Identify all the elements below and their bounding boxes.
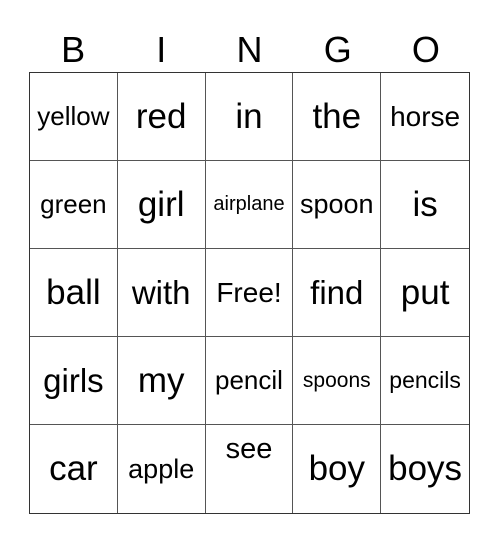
free-space-cell[interactable]: Free!	[205, 249, 294, 337]
header-letter-b: B	[61, 29, 86, 70]
bingo-cell[interactable]: in	[205, 73, 294, 161]
cell-word: boys	[388, 449, 463, 488]
cell-word: girls	[43, 361, 104, 399]
cell-word: pencil	[215, 365, 283, 395]
cell-word: girl	[137, 184, 185, 224]
bingo-cell[interactable]: see	[206, 425, 294, 513]
cell-word: Free!	[216, 276, 282, 308]
cell-word: put	[400, 272, 450, 312]
bingo-cell[interactable]: girls	[30, 337, 118, 425]
cell-word: red	[135, 96, 187, 136]
cell-word: yellow	[37, 101, 110, 131]
bingo-cell[interactable]: my	[117, 337, 206, 425]
bingo-cell[interactable]: red	[117, 73, 206, 161]
bingo-cell[interactable]: spoon	[293, 161, 382, 249]
cell-word: spoons	[302, 368, 371, 392]
bingo-cell[interactable]: boy	[293, 425, 382, 513]
cell-word: airplane	[213, 193, 285, 215]
header-letter-n: N	[236, 29, 263, 70]
bingo-header: B I N G O	[29, 28, 470, 72]
bingo-cell[interactable]: girl	[117, 161, 206, 249]
bingo-card-grid: yellow red in the horse green girl airplane spoo…	[29, 72, 470, 514]
bingo-cell[interactable]: the	[293, 73, 382, 161]
bingo-cell[interactable]: boys	[381, 425, 469, 513]
bingo-cell[interactable]: with	[117, 249, 206, 337]
cell-word: is	[412, 184, 438, 224]
bingo-cell[interactable]: apple	[118, 425, 206, 513]
bingo-cell[interactable]: car	[30, 425, 118, 513]
cell-word: pencils	[389, 367, 461, 393]
bingo-cell[interactable]: ball	[30, 249, 118, 337]
header-letter-o: O	[411, 29, 440, 70]
bingo-cell[interactable]: pencil	[205, 337, 294, 425]
cell-word: green	[40, 189, 107, 219]
cell-word: ball	[46, 272, 101, 312]
cell-word: apple	[128, 453, 195, 484]
cell-word: find	[310, 273, 364, 311]
bingo-cell[interactable]: airplane	[205, 161, 294, 249]
bingo-cell[interactable]: yellow	[30, 73, 118, 161]
cell-word: the	[312, 96, 362, 136]
bingo-cell[interactable]: find	[293, 249, 382, 337]
header-letter-i: I	[156, 29, 167, 70]
cell-word: car	[49, 449, 98, 488]
bingo-cell[interactable]: pencils	[381, 337, 469, 425]
header-letter-g: G	[323, 29, 352, 70]
bingo-cell[interactable]: spoons	[293, 337, 382, 425]
cell-word: my	[137, 360, 185, 400]
cell-word: boy	[308, 449, 365, 488]
bingo-cell[interactable]: horse	[381, 73, 469, 161]
cell-word: in	[235, 96, 263, 136]
cell-word: see	[225, 433, 273, 465]
bingo-cell[interactable]: is	[381, 161, 469, 249]
cell-word: with	[131, 273, 191, 311]
cell-word: spoon	[300, 189, 374, 219]
bingo-cell[interactable]: green	[30, 161, 118, 249]
bingo-cell[interactable]: put	[381, 249, 469, 337]
cell-word: horse	[390, 100, 461, 132]
